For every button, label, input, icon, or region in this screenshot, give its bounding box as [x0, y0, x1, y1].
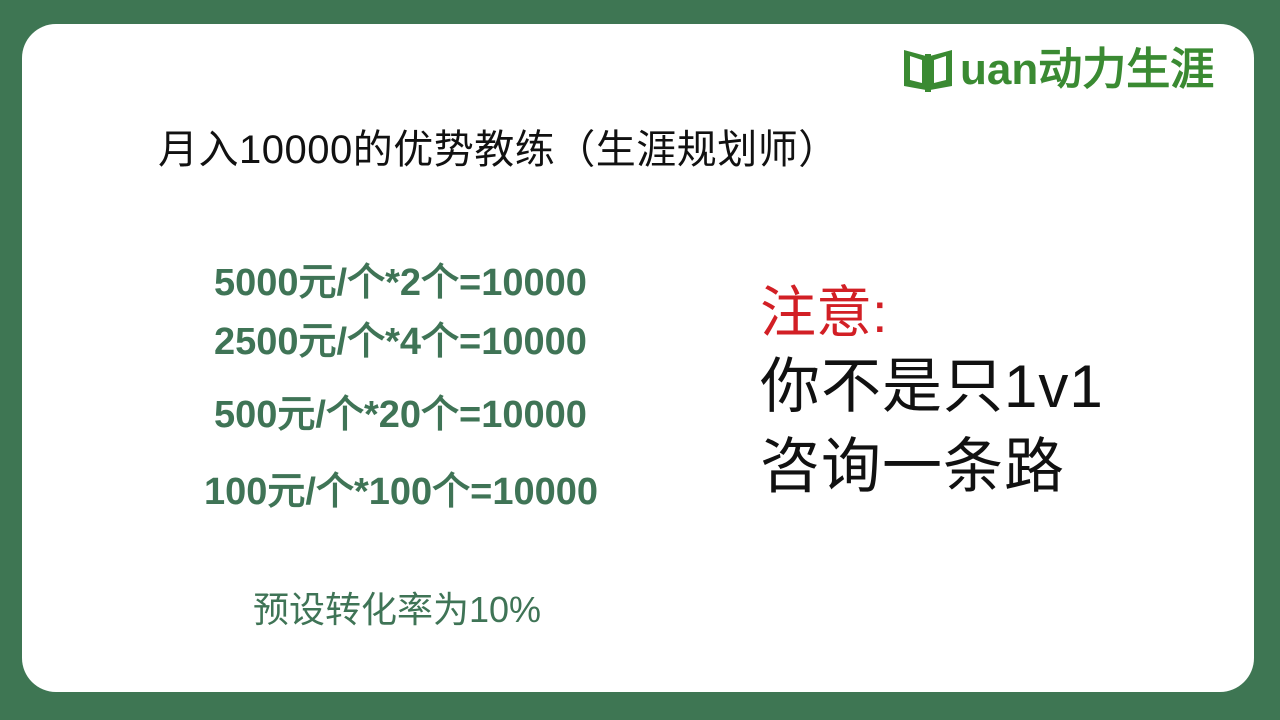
- note-line-2: 咨询一条路: [760, 433, 1065, 500]
- note-line-1: 你不是只1v1: [760, 353, 1104, 420]
- book-logo-icon: uan动力生涯: [904, 45, 1214, 94]
- conversion-rate-text: 预设转化率为10%: [253, 589, 542, 630]
- page-title: 月入10000的优势教练（生涯规划师）: [158, 128, 839, 172]
- equation-3: 500元/个*20个=10000: [214, 394, 587, 436]
- equation-1: 5000元/个*2个=10000: [214, 262, 587, 304]
- equation-4: 100元/个*100个=10000: [204, 471, 599, 513]
- logo-text: uan动力生涯: [960, 45, 1214, 94]
- equation-2: 2500元/个*4个=10000: [214, 321, 587, 363]
- note-heading: 注意:: [760, 281, 888, 344]
- brand-logo: uan动力生涯: [900, 40, 1230, 96]
